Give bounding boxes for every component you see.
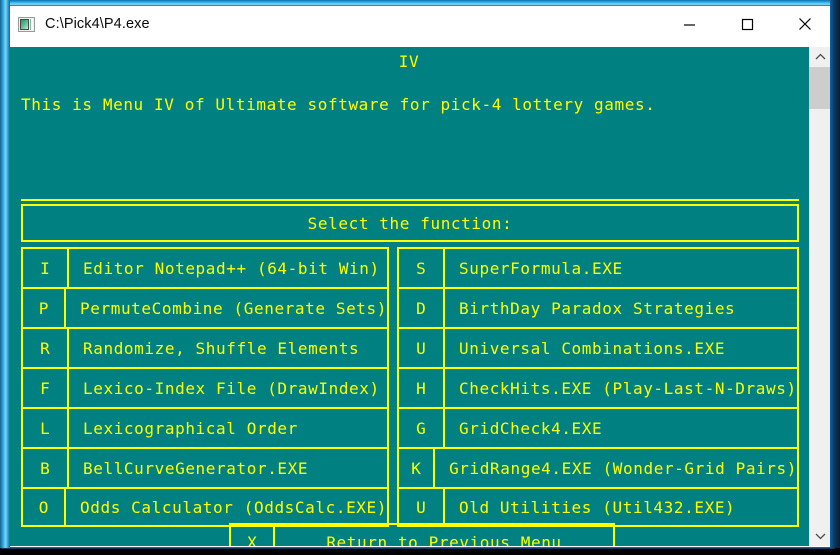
chevron-down-icon[interactable] xyxy=(809,526,831,546)
menu-label: GridCheck4.EXE xyxy=(459,418,603,438)
menu-label: CheckHits.EXE (Play-Last-N-Draws) xyxy=(459,378,797,398)
menu-label: Universal Combinations.EXE xyxy=(459,338,726,358)
console-icon xyxy=(18,16,35,32)
menu-item-r[interactable]: R Randomize, Shuffle Elements xyxy=(21,327,389,367)
menu-label: Lexicographical Order xyxy=(83,418,298,438)
console-window: C:\Pick4\P4.exe IV This is Menu IV of Ul… xyxy=(2,0,834,548)
menu-description: This is Menu IV of Ultimate software for… xyxy=(21,95,656,114)
menu-key: G xyxy=(399,409,445,447)
return-key: X xyxy=(231,525,275,546)
menu-label: Editor Notepad++ (64-bit Win) xyxy=(83,258,380,278)
menu-label: BirthDay Paradox Strategies xyxy=(459,298,736,318)
menu-item-f[interactable]: F Lexico-Index File (DrawIndex) xyxy=(21,367,389,407)
menu-key: B xyxy=(23,449,69,487)
menu-key: U xyxy=(399,489,445,525)
menu-item-l[interactable]: L Lexicographical Order xyxy=(21,407,389,447)
minimize-button[interactable] xyxy=(660,2,718,46)
menu-title: IV xyxy=(398,52,420,71)
return-label: Return to Previous Menu xyxy=(326,532,562,547)
menu-key: I xyxy=(23,249,69,287)
menu-label: PermuteCombine (Generate Sets) xyxy=(80,298,387,318)
column-gap xyxy=(389,247,397,527)
menu-item-g[interactable]: G GridCheck4.EXE xyxy=(397,407,799,447)
menu-label: Old Utilities (Util432.EXE) xyxy=(459,497,736,517)
menu-table: Select the function: I Editor Notepad++ … xyxy=(21,199,799,527)
menu-item-o[interactable]: O Odds Calculator (OddsCalc.EXE) xyxy=(21,487,389,527)
menu-key: S xyxy=(399,249,445,287)
window-controls xyxy=(660,2,834,46)
vertical-scrollbar[interactable] xyxy=(809,47,831,546)
menu-label: BellCurveGenerator.EXE xyxy=(83,458,309,478)
menu-table-header: Select the function: xyxy=(21,199,799,242)
menu-item-h[interactable]: H CheckHits.EXE (Play-Last-N-Draws) xyxy=(397,367,799,407)
menu-item-b[interactable]: B BellCurveGenerator.EXE xyxy=(21,447,389,487)
maximize-button[interactable] xyxy=(718,2,776,46)
menu-columns: I Editor Notepad++ (64-bit Win) P Permut… xyxy=(21,247,799,527)
menu-key: K xyxy=(399,449,436,487)
menu-label: Odds Calculator (OddsCalc.EXE) xyxy=(80,497,387,517)
menu-label: SuperFormula.EXE xyxy=(459,258,623,278)
menu-item-k[interactable]: K GridRange4.EXE (Wonder-Grid Pairs) xyxy=(397,447,799,487)
screen: C:\Pick4\P4.exe IV This is Menu IV of Ul… xyxy=(0,0,840,555)
menu-key: U xyxy=(399,329,445,367)
menu-item-s[interactable]: S SuperFormula.EXE xyxy=(397,247,799,287)
titlebar[interactable]: C:\Pick4\P4.exe xyxy=(4,2,834,46)
menu-label: Randomize, Shuffle Elements xyxy=(83,338,360,358)
menu-key: O xyxy=(23,489,67,525)
scrollbar-thumb[interactable] xyxy=(809,67,831,109)
close-button[interactable] xyxy=(776,2,834,46)
menu-column-left: I Editor Notepad++ (64-bit Win) P Permut… xyxy=(21,247,389,527)
menu-item-u[interactable]: U Universal Combinations.EXE xyxy=(397,327,799,367)
menu-key: D xyxy=(399,289,445,327)
menu-item-old-utilities[interactable]: U Old Utilities (Util432.EXE) xyxy=(397,487,799,527)
console-client-area[interactable]: IV This is Menu IV of Ultimate software … xyxy=(7,47,831,546)
menu-key: P xyxy=(23,289,67,327)
menu-label: Lexico-Index File (DrawIndex) xyxy=(83,378,380,398)
header-box: Select the function: xyxy=(21,204,799,242)
return-to-previous-menu[interactable]: X Return to Previous Menu xyxy=(229,523,619,546)
menu-key: H xyxy=(399,369,445,407)
menu-key: R xyxy=(23,329,69,367)
table-top-rule xyxy=(21,199,799,201)
menu-key: F xyxy=(23,369,69,407)
return-box[interactable]: X Return to Previous Menu xyxy=(229,523,615,546)
chevron-up-icon[interactable] xyxy=(809,47,831,67)
menu-item-d[interactable]: D BirthDay Paradox Strategies xyxy=(397,287,799,327)
menu-column-right: S SuperFormula.EXE D BirthDay Paradox St… xyxy=(397,247,799,527)
menu-label: GridRange4.EXE (Wonder-Grid Pairs) xyxy=(449,458,797,478)
menu-key: L xyxy=(23,409,69,447)
window-title: C:\Pick4\P4.exe xyxy=(45,16,150,32)
menu-item-i[interactable]: I Editor Notepad++ (64-bit Win) xyxy=(21,247,389,287)
header-label: Select the function: xyxy=(307,213,513,233)
menu-item-p[interactable]: P PermuteCombine (Generate Sets) xyxy=(21,287,389,327)
